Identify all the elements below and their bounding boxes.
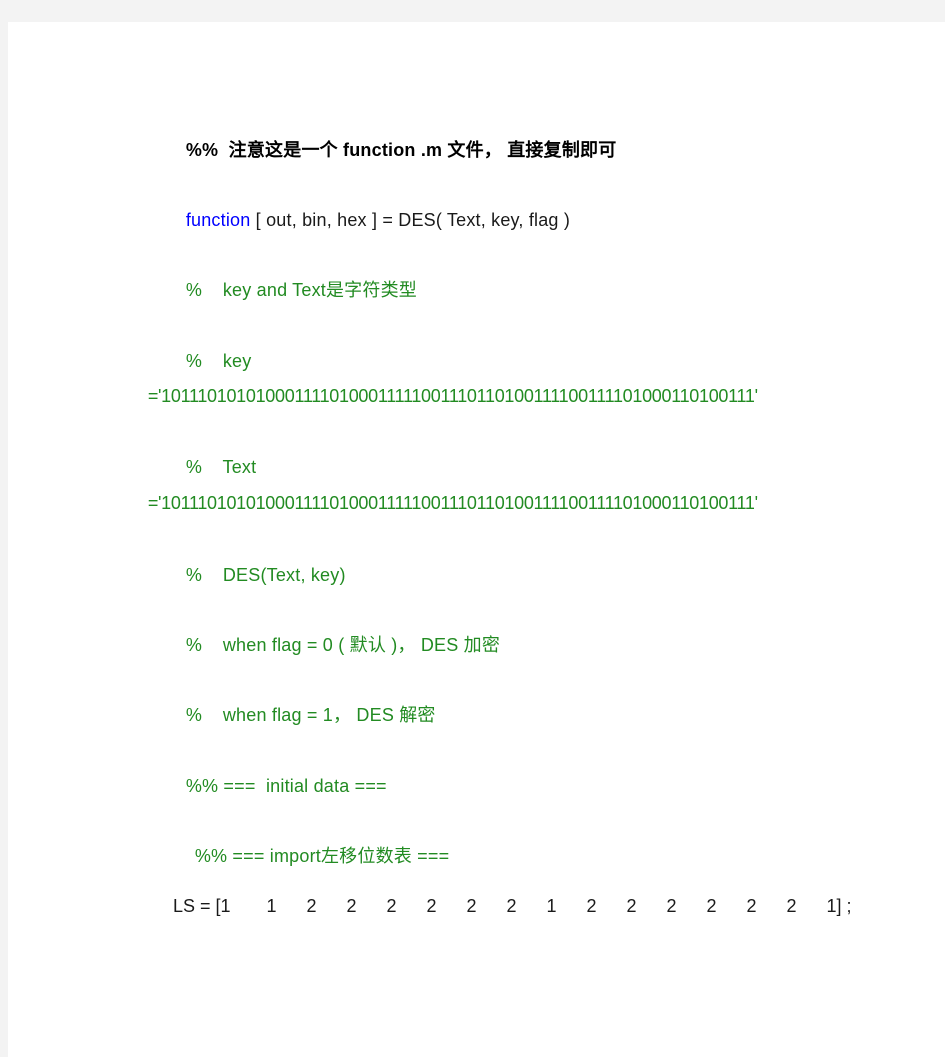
section-import-shift-table: %% === import左移位数表 === [174, 823, 449, 889]
ls-array-line: LS = [ 1 1 2 2 2 2 2 2 1 2 2 2 2 2 2 1 ] ; [173, 895, 852, 917]
ls-value: 1 [266, 896, 277, 916]
comment-text: when flag = 0 ( 默认 )， DES 加密 [222, 635, 501, 655]
ls-value: 2 [426, 896, 437, 916]
comment-text: DES(Text, key) [222, 565, 346, 585]
text-binary-value: ='10111010101000111101000111110011101101… [129, 470, 758, 536]
function-keyword: function [185, 210, 251, 230]
comment-prefix: % [185, 280, 203, 300]
comment-prefix: % [185, 565, 203, 585]
ls-value: 1 [220, 896, 231, 916]
ls-value: 2 [706, 896, 717, 916]
comment-line: % when flag = 0 ( 默认 )， DES 加密 [165, 612, 500, 678]
function-signature: [ out, bin, hex ] = DES( Text, key, flag… [250, 210, 571, 230]
key-binary-value: ='10111010101000111101000111110011101101… [129, 363, 758, 429]
ls-value: 1 [826, 896, 837, 916]
ls-value: 1 [546, 896, 557, 916]
ls-value: 2 [306, 896, 317, 916]
header-comment-prefix: %% [185, 140, 219, 160]
comment-text: ='10111010101000111101000111110011101101… [147, 386, 758, 406]
comment-line: % DES(Text, key) [165, 542, 346, 608]
header-comment: %% 注意这是一个 function .m 文件， 直接复制即可 [165, 117, 616, 183]
comment-line: % key and Text是字符类型 [165, 257, 417, 323]
comment-prefix: % [185, 635, 203, 655]
comment-text: ='10111010101000111101000111110011101101… [147, 493, 758, 513]
comment-line: % when flag = 1， DES 解密 [165, 682, 436, 748]
section-initial-data: %% === initial data === [165, 753, 387, 819]
ls-value: 2 [346, 896, 357, 916]
comment-text: when flag = 1， DES 解密 [222, 705, 436, 725]
function-declaration: function [ out, bin, hex ] = DES( Text, … [165, 187, 570, 253]
ls-value: 2 [666, 896, 677, 916]
ls-value: 2 [386, 896, 397, 916]
ls-open: LS = [ [173, 896, 221, 916]
ls-value: 2 [586, 896, 597, 916]
comment-prefix: % [185, 705, 203, 725]
ls-value: 2 [746, 896, 757, 916]
section-initial-text: %% === initial data === [185, 776, 387, 796]
ls-values: 1 1 2 2 2 2 2 2 1 2 2 2 2 2 2 1 [221, 895, 837, 917]
comment-text: key and Text是字符类型 [222, 280, 417, 300]
ls-value: 2 [626, 896, 637, 916]
section-import-text: %% === import左移位数表 === [194, 846, 450, 866]
ls-value: 2 [506, 896, 517, 916]
document-page: %% 注意这是一个 function .m 文件， 直接复制即可 functio… [8, 22, 945, 1057]
ls-value: 2 [786, 896, 797, 916]
header-comment-text: 注意这是一个 function .m 文件， 直接复制即可 [228, 140, 617, 160]
ls-value: 2 [466, 896, 477, 916]
ls-close: ] ; [836, 896, 852, 916]
